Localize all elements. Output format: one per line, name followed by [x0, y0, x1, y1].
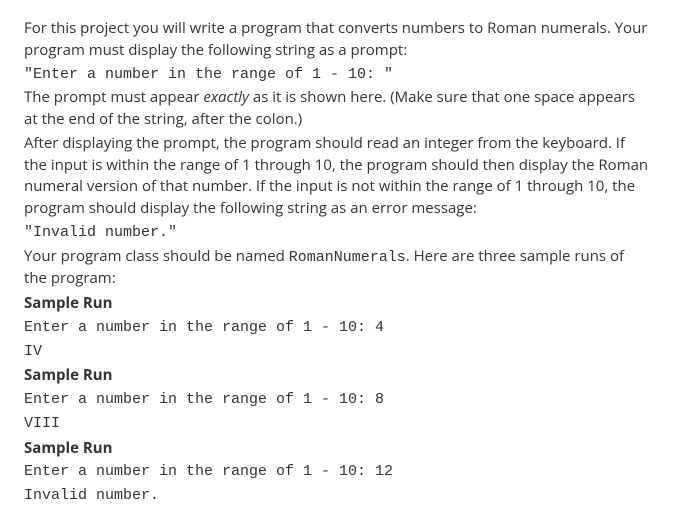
sample-run-heading-2: Sample Run: [24, 365, 649, 387]
sample-run-2-line-1: Enter a number in the range of 1 - 10: 8: [24, 389, 649, 411]
error-code-string: "Invalid number.": [24, 222, 649, 244]
sample-run-2-line-2: VIII: [24, 413, 649, 435]
intro-text-1: For this project you will write a progra…: [24, 18, 647, 60]
sample-run-heading-3: Sample Run: [24, 438, 649, 460]
prompt-code-string: "Enter a number in the range of 1 - 10: …: [24, 64, 649, 86]
intro-text-4a: Your program class should be named: [24, 246, 289, 266]
sample-run-3-line-1: Enter a number in the range of 1 - 10: 1…: [24, 461, 649, 483]
class-name: RomanNumerals: [289, 249, 406, 266]
exactly-word: exactly: [203, 87, 249, 107]
intro-paragraph-4: Your program class should be named Roman…: [24, 246, 649, 291]
sample-run-1-line-2: IV: [24, 341, 649, 363]
intro-paragraph-1: For this project you will write a progra…: [24, 18, 649, 62]
sample-run-heading-1: Sample Run: [24, 293, 649, 315]
sample-run-1-line-1: Enter a number in the range of 1 - 10: 4: [24, 317, 649, 339]
intro-paragraph-3: After displaying the prompt, the program…: [24, 133, 649, 220]
intro-paragraph-2: The prompt must appear exactly as it is …: [24, 87, 649, 131]
sample-run-3-line-2: Invalid number.: [24, 485, 649, 507]
intro-text-3: After displaying the prompt, the program…: [24, 133, 648, 218]
intro-text-2a: The prompt must appear: [24, 87, 203, 107]
document-body: For this project you will write a progra…: [24, 18, 649, 507]
